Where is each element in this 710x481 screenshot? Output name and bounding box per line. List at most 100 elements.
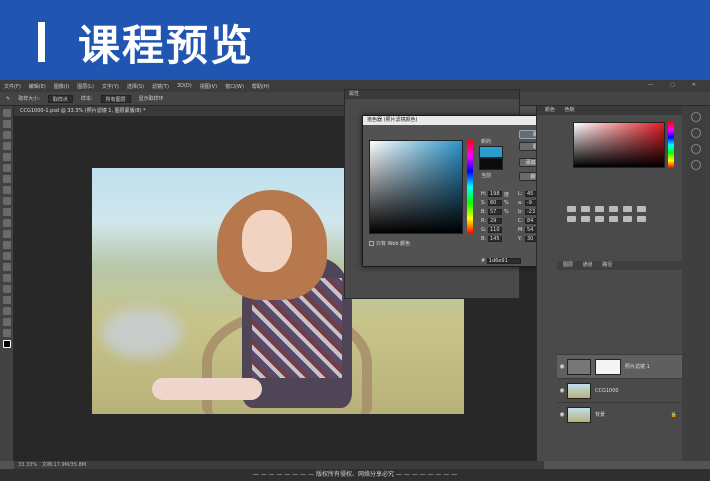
- photo-filter-icon[interactable]: [595, 216, 604, 222]
- field-label: b:: [518, 209, 523, 215]
- web-colors-only-checkbox[interactable]: 只有 Web 颜色: [369, 240, 410, 247]
- layer-row[interactable]: ◉ 背景 🔒: [557, 402, 683, 426]
- eraser-tool-icon[interactable]: [3, 230, 11, 238]
- tab-layers[interactable]: 图层: [563, 262, 573, 268]
- healing-tool-icon[interactable]: [3, 186, 11, 194]
- menu-item-help[interactable]: 帮助(H): [252, 83, 270, 90]
- menu-item-file[interactable]: 文件(F): [4, 83, 21, 90]
- menu-item-window[interactable]: 窗口(W): [225, 83, 244, 90]
- libraries-icon[interactable]: [691, 128, 701, 138]
- tab-swatches[interactable]: 色板: [565, 107, 575, 113]
- eye-icon[interactable]: ◉: [557, 411, 567, 418]
- color-picker-dialog: 拾色器 (照片滤镜颜色) ✕ 新的 当前 确定 取消 添加到色板 颜色库 H:1…: [362, 115, 562, 267]
- color-panel-field[interactable]: [573, 122, 665, 168]
- color-lookup-icon[interactable]: [623, 216, 632, 222]
- stamp-tool-icon[interactable]: [3, 208, 11, 216]
- minimize-icon[interactable]: —: [648, 82, 653, 88]
- black-white-icon[interactable]: [581, 216, 590, 222]
- gradient-tool-icon[interactable]: [3, 241, 11, 249]
- menu-item-3d[interactable]: 3D(D): [177, 83, 192, 89]
- sample-size-select[interactable]: 取样点: [47, 94, 73, 103]
- brush-tool-icon[interactable]: [3, 197, 11, 205]
- invert-icon[interactable]: [637, 216, 646, 222]
- history-icon[interactable]: [691, 160, 701, 170]
- levels-icon[interactable]: [581, 206, 590, 212]
- saturation-brightness-field[interactable]: [369, 140, 463, 234]
- foreground-color-swatch[interactable]: [3, 340, 11, 348]
- type-tool-icon[interactable]: [3, 285, 11, 293]
- brightness-field[interactable]: 57: [488, 209, 502, 215]
- menu-item-filter[interactable]: 滤镜(T): [152, 83, 169, 90]
- vibrance-icon[interactable]: [623, 206, 632, 212]
- tab-channels[interactable]: 通道: [583, 262, 593, 268]
- marquee-tool-icon[interactable]: [3, 120, 11, 128]
- document-tab[interactable]: CCG1000-1.psd @ 33.3% (照片滤镜 1, 图层蒙版/8) *: [14, 106, 344, 116]
- zoom-tool-icon[interactable]: [3, 329, 11, 337]
- menu-item-view[interactable]: 视图(V): [200, 83, 217, 90]
- layer-mask-thumbnail[interactable]: [595, 358, 621, 375]
- zoom-level[interactable]: 33.33%: [18, 462, 37, 468]
- frame-tool-icon[interactable]: [3, 164, 11, 172]
- tab-paths[interactable]: 路径: [602, 262, 612, 268]
- pen-tool-icon[interactable]: [3, 274, 11, 282]
- sample-label: 样本:: [80, 96, 93, 102]
- hsb-rgb-fields: H: 198 度 S: 80% B: 57% R: 29 G: 110 B: 145: [481, 190, 514, 244]
- exposure-icon[interactable]: [609, 206, 618, 212]
- layer-row[interactable]: ◉ CCG1000: [557, 378, 683, 402]
- saturation-field[interactable]: 80: [488, 200, 502, 206]
- close-icon[interactable]: ✕: [692, 82, 696, 88]
- eyedropper-tool-icon[interactable]: [3, 175, 11, 183]
- eye-icon[interactable]: ◉: [557, 387, 567, 394]
- menu-item-layer[interactable]: 图层(L): [77, 83, 94, 90]
- show-ring-checkbox[interactable]: 显示取样环: [139, 95, 164, 102]
- hue-saturation-icon[interactable]: [637, 206, 646, 212]
- quick-select-tool-icon[interactable]: [3, 142, 11, 150]
- red-field[interactable]: 29: [488, 218, 502, 224]
- hand-tool-icon[interactable]: [3, 318, 11, 326]
- layer-thumbnail: [567, 382, 591, 399]
- menu-item-image[interactable]: 图像(I): [54, 83, 69, 90]
- curves-icon[interactable]: [595, 206, 604, 212]
- color-balance-icon[interactable]: [567, 216, 576, 222]
- lasso-tool-icon[interactable]: [3, 131, 11, 139]
- channel-mixer-icon[interactable]: [609, 216, 618, 222]
- background-blur: [102, 308, 182, 358]
- eye-icon[interactable]: ◉: [557, 363, 567, 370]
- sample-select[interactable]: 所有图层: [100, 94, 131, 103]
- current-color-swatch[interactable]: [479, 158, 503, 170]
- eyedropper-icon[interactable]: ✎: [6, 96, 10, 102]
- hue-field[interactable]: 198: [488, 191, 502, 197]
- field-label: G:: [481, 227, 487, 233]
- adjustments-icon[interactable]: [691, 144, 701, 154]
- tab-color[interactable]: 颜色: [545, 107, 555, 113]
- history-brush-tool-icon[interactable]: [3, 219, 11, 227]
- blur-tool-icon[interactable]: [3, 252, 11, 260]
- status-bar: 33.33% 文档:17.9M/35.8M: [14, 461, 544, 469]
- right-panel-dock: 颜色 色板 图层 通道 路径 ◉ 照片滤镜 1 ◉ CCG1000 ◉ 背景 🔒: [536, 106, 683, 461]
- hex-label: #: [481, 258, 486, 264]
- new-color-swatch: [479, 146, 503, 158]
- maximize-icon[interactable]: ▢: [670, 82, 675, 88]
- path-select-tool-icon[interactable]: [3, 296, 11, 304]
- color-panel-hue-slider[interactable]: [668, 122, 674, 168]
- menu-item-edit[interactable]: 编辑(E): [29, 83, 46, 90]
- hex-input[interactable]: 1d6e91: [486, 258, 521, 264]
- layer-row[interactable]: ◉ 照片滤镜 1: [557, 354, 683, 378]
- field-label: a:: [518, 200, 523, 206]
- shape-tool-icon[interactable]: [3, 307, 11, 315]
- hue-slider[interactable]: [467, 140, 473, 234]
- blue-field[interactable]: 145: [488, 236, 502, 242]
- green-field[interactable]: 110: [488, 227, 502, 233]
- menu-item-select[interactable]: 选择(S): [127, 83, 144, 90]
- field-label: B:: [481, 209, 487, 215]
- field-label: B:: [481, 236, 487, 242]
- learn-icon[interactable]: [691, 112, 701, 122]
- move-tool-icon[interactable]: [3, 109, 11, 117]
- brightness-icon[interactable]: [567, 206, 576, 212]
- window-controls: — ▢ ✕: [648, 82, 704, 88]
- dodge-tool-icon[interactable]: [3, 263, 11, 271]
- header-banner: 课程预览: [0, 0, 710, 80]
- field-unit: 度: [504, 191, 510, 198]
- menu-item-type[interactable]: 文字(Y): [102, 83, 119, 90]
- crop-tool-icon[interactable]: [3, 153, 11, 161]
